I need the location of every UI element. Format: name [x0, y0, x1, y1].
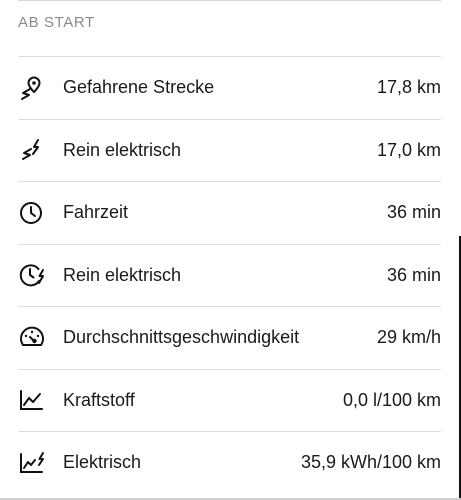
speedometer-icon: [18, 324, 50, 352]
row-fuel-consumption: Kraftstoff 0,0 l/100 km: [18, 368, 441, 432]
row-label: Gefahrene Strecke: [63, 77, 215, 98]
row-value: 35,9 kWh/100 km: [300, 452, 441, 473]
row-value: 17,0 km: [376, 139, 441, 160]
route-pin-icon: [18, 74, 50, 102]
row-label: Durchschnittsgeschwindigkeit: [63, 327, 300, 348]
row-average-speed: Durchschnittsgeschwindigkeit 29 km/h: [18, 306, 441, 369]
clock-icon: [18, 199, 50, 227]
row-value: 36 min: [386, 202, 441, 223]
trip-statistics-screen: AB START Gefahrene Strecke 17,8 km Rein …: [0, 0, 461, 500]
row-value: 0,0 l/100 km: [342, 389, 441, 410]
row-driving-time: Fahrzeit 36 min: [18, 181, 441, 244]
row-electric-time: Rein elektrisch 36 min: [18, 243, 441, 307]
row-label: Elektrisch: [63, 452, 142, 473]
row-electric-consumption: Elektrisch 35,9 kWh/100 km: [18, 431, 441, 494]
row-label: Rein elektrisch: [63, 264, 182, 285]
row-distance: Gefahrene Strecke 17,8 km: [18, 56, 441, 119]
row-electric-distance: Rein elektrisch 17,0 km: [18, 118, 441, 182]
row-value: 29 km/h: [376, 327, 441, 348]
top-divider: [18, 0, 441, 1]
row-value: 36 min: [386, 264, 441, 285]
electric-clock-icon: [18, 261, 50, 289]
electric-route-icon: [18, 136, 50, 164]
section-title: AB START: [18, 14, 95, 31]
row-label: Rein elektrisch: [63, 139, 182, 160]
row-value: 17,8 km: [376, 77, 441, 98]
statistics-list: Gefahrene Strecke 17,8 km Rein elektrisc…: [18, 56, 441, 494]
electric-trend-icon: [18, 449, 50, 477]
fuel-trend-icon: [18, 386, 50, 414]
row-label: Kraftstoff: [63, 389, 135, 410]
row-label: Fahrzeit: [63, 202, 129, 223]
